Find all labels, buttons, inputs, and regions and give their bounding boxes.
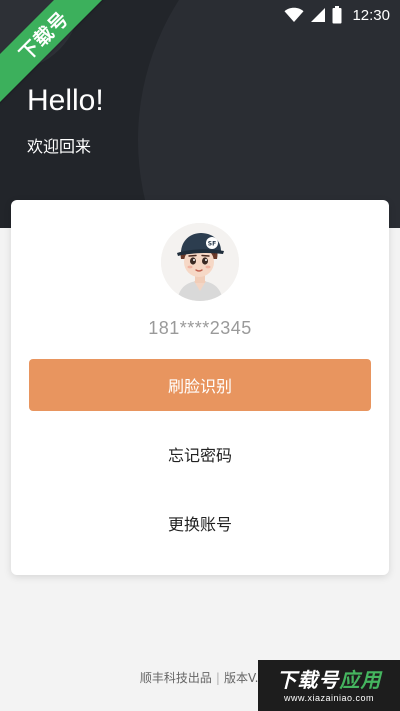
forgot-password-label: 忘记密码 [167, 446, 232, 465]
wifi-icon [284, 7, 304, 22]
footer-separator: | [215, 671, 220, 685]
switch-account-label: 更换账号 [167, 515, 232, 534]
forgot-password-link[interactable]: 忘记密码 [29, 432, 371, 476]
watermark-logo: 下载号应用 www.xiazainiao.com [258, 660, 400, 711]
decorative-arc [138, 0, 400, 228]
watermark-logo-title-accent: 应用 [339, 667, 382, 692]
avatar-icon: SF [161, 223, 239, 301]
login-screen: 12:30 下载号 Hello! 欢迎回来 SF 181****2345 刷脸识… [0, 0, 400, 711]
footer-company: 顺丰科技出品 [139, 671, 212, 685]
svg-text:SF: SF [208, 241, 216, 248]
watermark-logo-title-main: 下载号 [276, 667, 340, 692]
battery-icon [332, 6, 342, 24]
account-phone: 181****2345 [148, 318, 252, 338]
status-time: 12:30 [352, 6, 390, 24]
face-recognition-button[interactable]: 刷脸识别 [29, 359, 371, 411]
watermark-logo-url: www.xiazainiao.com [283, 692, 375, 703]
login-card: SF 181****2345 刷脸识别 忘记密码 更换账号 [11, 200, 389, 575]
greeting-title: Hello! [27, 84, 104, 117]
greeting-subtitle: 欢迎回来 [27, 137, 92, 156]
signal-icon [311, 8, 326, 22]
status-icons: 12:30 [284, 4, 390, 26]
switch-account-link[interactable]: 更换账号 [29, 501, 371, 545]
face-recognition-label: 刷脸识别 [167, 377, 232, 396]
watermark-logo-title: 下载号应用 [277, 668, 382, 692]
